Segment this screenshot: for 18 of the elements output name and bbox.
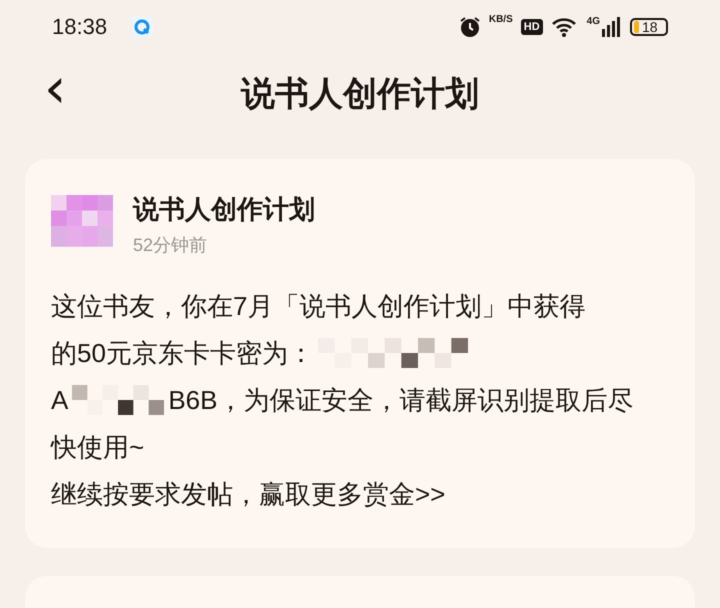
sender-name: 说书人创作计划 <box>133 192 315 226</box>
network-type: 4G <box>586 16 600 28</box>
message-text: B6B，为保证安全，请截屏识别提取后尽 <box>168 384 634 417</box>
back-button[interactable]: ‹ <box>34 61 76 118</box>
app-logo-icon <box>131 16 154 38</box>
hd-badge: HD <box>520 18 543 35</box>
page-title: 说书人创作计划 <box>241 74 479 116</box>
signal-icon <box>602 16 622 37</box>
message-text: 继续按要求发帖，赢取更多赏金>> <box>51 478 446 511</box>
status-time: 18:38 <box>52 14 108 40</box>
speed-unit: KB/S <box>488 14 513 26</box>
message-text: 的50元京东卡卡密为： <box>51 336 314 370</box>
message-text: 这位书友，你在7月「说书人创作计划」中获得 <box>51 290 586 323</box>
message-time: 52分钟前 <box>133 234 208 257</box>
message-text: A <box>51 384 68 416</box>
alarm-icon <box>458 16 481 38</box>
message-text: 快使用~ <box>51 430 144 464</box>
battery-indicator: 18 <box>630 18 668 36</box>
